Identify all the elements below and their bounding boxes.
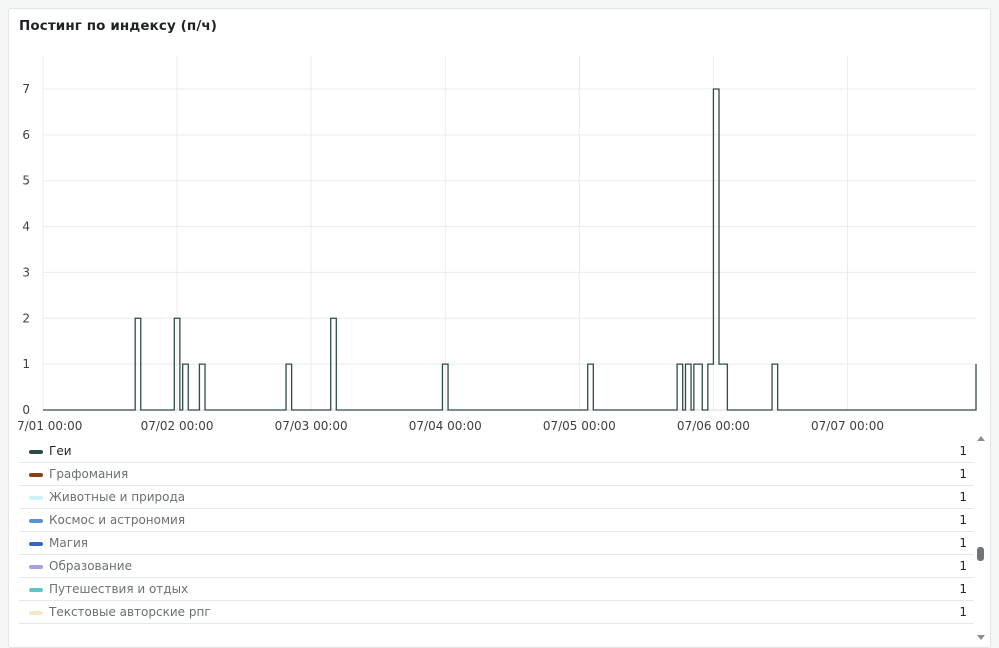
scroll-up-arrow-icon[interactable] (977, 436, 985, 441)
legend-value: 1 (959, 490, 967, 504)
legend-scrollbar[interactable] (975, 434, 987, 642)
legend-value: 1 (959, 467, 967, 481)
legend-label: Космос и астрономия (49, 513, 186, 527)
y-tick-label: 3 (22, 265, 30, 279)
x-tick-label: 7/01 00:00 (17, 419, 82, 433)
legend-swatch (29, 611, 43, 615)
x-tick-label: 07/06 00:00 (677, 419, 750, 433)
legend-label: Путешествия и отдых (49, 582, 189, 596)
legend-item[interactable]: Животные и природа 1 (19, 486, 974, 509)
x-tick-label: 07/05 00:00 (543, 419, 616, 433)
chart-panel: Постинг по индексу (п/ч) 0 1 2 3 4 5 6 7 7/01 00… (8, 8, 991, 648)
step-line-chart: 0 1 2 3 4 5 6 7 7/01 00:00 07/02 00:00 07/03 00:00… (17, 56, 977, 433)
legend-swatch (29, 588, 43, 592)
legend-item[interactable]: Текстовые авторские рпг 1 (19, 601, 974, 624)
legend-swatch (29, 519, 43, 523)
legend-item[interactable]: Геи 1 (19, 440, 974, 463)
x-tick-label: 07/03 00:00 (275, 419, 348, 433)
legend-value: 1 (959, 559, 967, 573)
legend-value: 1 (959, 444, 967, 458)
legend-list: Геи 1 Графомания 1 Животные и природа 1 … (19, 440, 974, 640)
legend-swatch (29, 496, 43, 500)
legend-label: Образование (49, 559, 132, 573)
legend-item[interactable]: Путешествия и отдых 1 (19, 578, 974, 601)
legend-swatch (29, 473, 43, 477)
legend-value: 1 (959, 605, 967, 619)
y-tick-label: 1 (22, 357, 30, 371)
legend-item[interactable]: Образование 1 (19, 555, 974, 578)
legend-value: 1 (959, 536, 967, 550)
y-tick-label: 7 (22, 82, 30, 96)
x-tick-label: 07/02 00:00 (141, 419, 214, 433)
legend-swatch (29, 565, 43, 569)
scroll-thumb[interactable] (977, 547, 984, 561)
legend-item[interactable]: Магия 1 (19, 532, 974, 555)
scroll-down-arrow-icon[interactable] (977, 635, 985, 640)
y-tick-label: 0 (22, 403, 30, 417)
legend-label: Магия (49, 536, 89, 550)
x-tick-label: 07/04 00:00 (409, 419, 482, 433)
legend-label: Текстовые авторские рпг (49, 605, 211, 619)
legend-label: Геи (49, 444, 72, 458)
legend-item[interactable]: Графомания 1 (19, 463, 974, 486)
legend-value: 1 (959, 513, 967, 527)
y-tick-label: 4 (22, 220, 30, 234)
legend-item[interactable]: Космос и астрономия 1 (19, 509, 974, 532)
y-tick-label: 6 (22, 128, 30, 142)
y-tick-label: 5 (22, 174, 30, 188)
y-tick-label: 2 (22, 311, 30, 325)
legend-swatch (29, 542, 43, 546)
legend-value: 1 (959, 582, 967, 596)
series-line (43, 88, 977, 411)
legend-label: Графомания (49, 467, 129, 481)
legend-swatch (29, 450, 43, 454)
legend-label: Животные и природа (49, 490, 186, 504)
x-tick-label: 07/07 00:00 (811, 419, 884, 433)
